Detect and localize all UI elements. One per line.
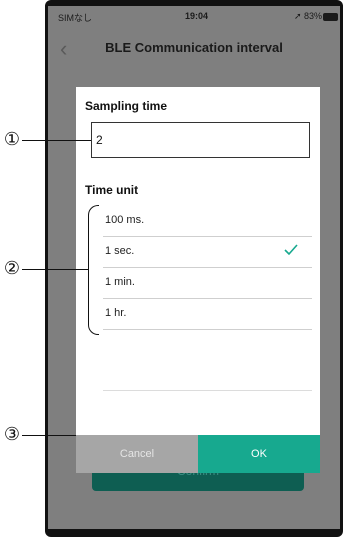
cancel-button[interactable]: Cancel — [76, 435, 198, 473]
unit-option-label: 1 sec. — [105, 245, 135, 257]
battery-icon — [323, 13, 338, 21]
time-unit-label: Time unit — [85, 183, 139, 197]
unit-option-label: 100 ms. — [105, 214, 145, 226]
status-bar: SIMなし 19:04 ➚ 83% — [48, 6, 340, 28]
callout-2-bracket — [88, 205, 99, 335]
unit-option-100ms[interactable]: 100 ms. — [103, 205, 312, 237]
checkmark-icon — [284, 244, 298, 256]
ok-button[interactable]: OK — [198, 435, 320, 473]
callout-1-line — [22, 140, 91, 141]
callout-3-line — [22, 435, 76, 436]
callout-2: ② — [3, 258, 21, 279]
divider — [103, 390, 312, 391]
page-title: BLE Communication interval — [105, 40, 283, 55]
battery-status: ➚ 83% — [293, 11, 322, 21]
unit-option-1hr[interactable]: 1 hr. — [103, 298, 312, 330]
unit-option-1sec[interactable]: 1 sec. — [103, 236, 312, 268]
callout-3: ③ — [3, 424, 21, 445]
nav-bar: ‹ BLE Communication interval — [48, 30, 340, 66]
unit-option-label: 1 min. — [105, 276, 135, 288]
sampling-dialog: Sampling time Time unit 100 ms. 1 sec. 1… — [76, 87, 320, 473]
battery-percent: 83% — [303, 11, 322, 21]
unit-option-label: 1 hr. — [105, 307, 127, 319]
callout-2-line — [22, 269, 88, 270]
carrier-label: SIMなし — [58, 13, 93, 23]
callout-1: ① — [3, 129, 21, 150]
unit-option-1min[interactable]: 1 min. — [103, 267, 312, 299]
sampling-time-label: Sampling time — [85, 99, 168, 113]
sampling-time-input[interactable] — [91, 122, 310, 158]
clock: 19:04 — [185, 11, 209, 21]
